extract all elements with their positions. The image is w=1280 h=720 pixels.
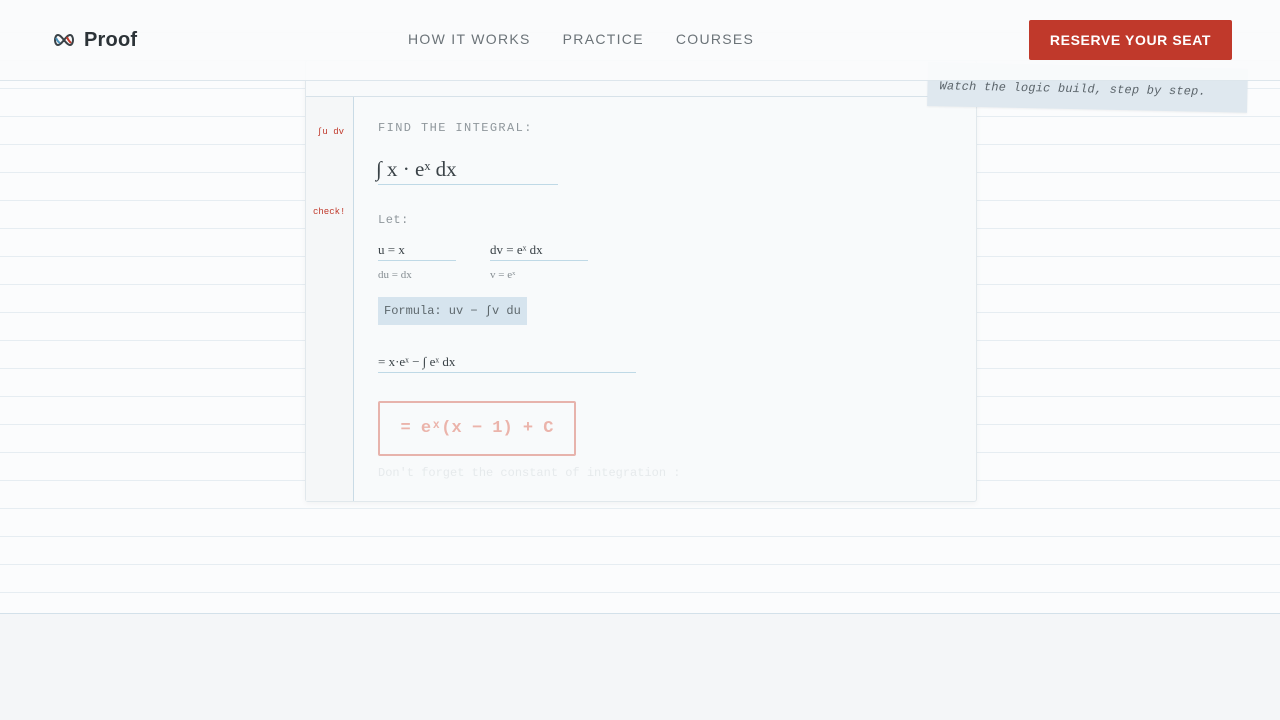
main-nav: HOW IT WORKS PRACTICE COURSES — [408, 31, 754, 47]
du-definition: du = dx — [378, 269, 412, 281]
integration-hint: Don't forget the constant of integration… — [378, 466, 681, 480]
margin-note-check: check! — [313, 207, 346, 217]
nav-link-courses[interactable]: COURSES — [676, 31, 754, 47]
reserve-seat-button[interactable]: RESERVE YOUR SEAT — [1029, 20, 1232, 60]
sticky-note-text: Watch the logic build, step by step. — [939, 79, 1207, 99]
integration-step: = x·eˣ − ∫ eˣ dx — [378, 354, 456, 369]
nav-link-practice[interactable]: PRACTICE — [563, 31, 644, 47]
dv-underline — [490, 260, 588, 261]
u-definition: u = x — [378, 242, 405, 257]
v-definition: v = eˣ — [490, 269, 516, 281]
final-answer-box: = eˣ(x − 1) + C — [378, 401, 576, 456]
site-header: Proof HOW IT WORKS PRACTICE COURSES RESE… — [0, 0, 1280, 81]
let-label: Let: — [378, 213, 409, 227]
brand-logo[interactable]: Proof — [52, 28, 137, 52]
problem-expression: ∫ x · eˣ dx — [376, 157, 457, 181]
dv-definition: dv = eˣ dx — [490, 242, 543, 257]
page-footer-area — [0, 614, 1280, 720]
nav-link-how-it-works[interactable]: HOW IT WORKS — [408, 31, 531, 47]
problem-underline — [378, 184, 558, 185]
notebook-card: ∫u dv check! FIND THE INTEGRAL: ∫ x · eˣ… — [305, 60, 977, 502]
formula-highlight: Formula: uv − ∫v du — [378, 297, 527, 325]
infinity-logo-icon — [54, 33, 74, 47]
brand-name: Proof — [84, 28, 138, 51]
u-underline — [378, 260, 456, 261]
notebook-margin: ∫u dv check! — [306, 97, 354, 501]
problem-prompt: FIND THE INTEGRAL: — [378, 121, 533, 135]
margin-note-integral: ∫u dv — [317, 127, 345, 137]
step-underline — [378, 372, 636, 373]
